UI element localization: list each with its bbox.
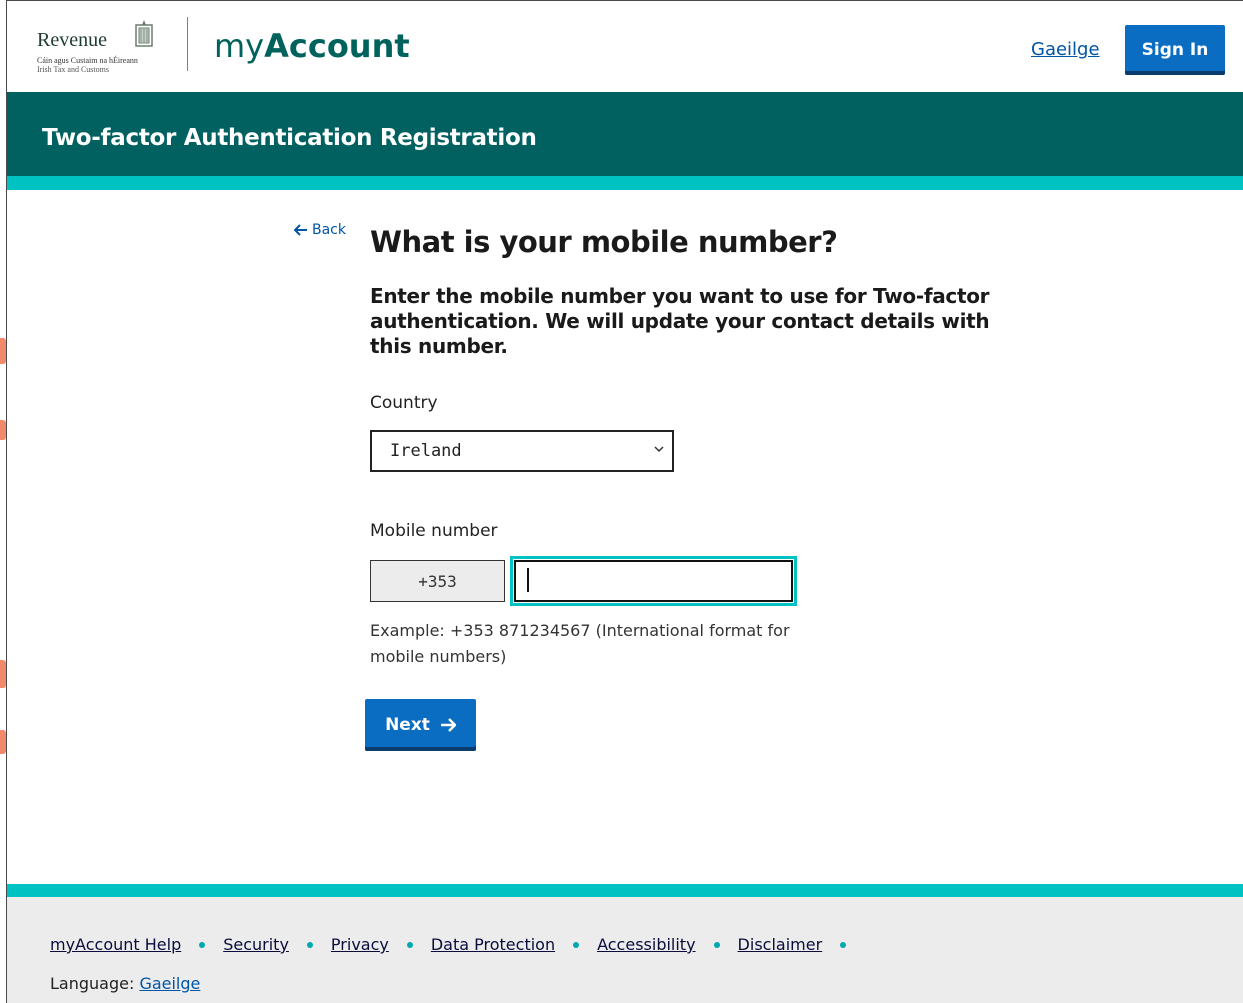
edge-mark: [0, 338, 6, 364]
footer-links: myAccount Help Security Privacy Data Pro…: [50, 935, 864, 954]
chevron-down-icon: [654, 446, 664, 453]
brand-account: Account: [264, 27, 410, 65]
site-footer: myAccount Help Security Privacy Data Pro…: [7, 897, 1243, 1003]
footer-link-data-protection[interactable]: Data Protection: [431, 935, 555, 954]
mobile-number-input[interactable]: [514, 560, 793, 602]
sign-in-button[interactable]: Sign In: [1125, 25, 1225, 75]
edge-mark: [0, 730, 6, 754]
footer-link-security[interactable]: Security: [223, 935, 289, 954]
logo-subtitle-english: Irish Tax and Customs: [37, 65, 109, 74]
header-divider: [187, 17, 188, 71]
edge-mark: [0, 420, 6, 440]
separator-dot: [406, 941, 413, 948]
back-label: Back: [312, 222, 346, 238]
brand-my: my: [214, 27, 265, 65]
header-language-link[interactable]: Gaeilge: [1031, 39, 1100, 60]
footer-link-help[interactable]: myAccount Help: [50, 935, 181, 954]
footer-language: Language: Gaeilge: [50, 974, 200, 993]
language-prefix: Language:: [50, 974, 140, 993]
harp-icon: [135, 20, 153, 47]
country-code-prefix: +353: [370, 560, 505, 602]
lead-text: Enter the mobile number you want to use …: [370, 284, 990, 358]
footer-link-disclaimer[interactable]: Disclaimer: [738, 935, 823, 954]
arrow-left-icon: [294, 224, 307, 236]
next-button[interactable]: Next: [365, 699, 476, 751]
country-label: Country: [370, 393, 438, 413]
footer-link-accessibility[interactable]: Accessibility: [597, 935, 695, 954]
separator-dot: [199, 941, 206, 948]
site-header: Revenue Cáin agus Custaim na hÉireann Ir…: [7, 1, 1243, 92]
banner-title: Two-factor Authentication Registration: [42, 125, 537, 151]
arrow-right-icon: [440, 718, 456, 732]
logo-wordmark: Revenue: [37, 29, 107, 51]
banner-accent-strip: [7, 176, 1243, 190]
text-caret: [527, 568, 529, 592]
page-banner: Two-factor Authentication Registration: [7, 92, 1243, 176]
mobile-label: Mobile number: [370, 521, 498, 541]
footer-link-privacy[interactable]: Privacy: [331, 935, 389, 954]
separator-dot: [713, 941, 720, 948]
revenue-logo[interactable]: Revenue Cáin agus Custaim na hÉireann Ir…: [37, 19, 162, 75]
page-title: What is your mobile number?: [370, 225, 838, 259]
mobile-hint: Example: +353 871234567 (International f…: [370, 621, 790, 666]
footer-language-link[interactable]: Gaeilge: [139, 974, 200, 993]
logo-subtitle-irish: Cáin agus Custaim na hÉireann: [37, 56, 138, 65]
country-select[interactable]: Ireland: [370, 430, 674, 472]
back-link[interactable]: Back: [294, 222, 346, 238]
footer-accent-strip: [7, 884, 1243, 897]
myaccount-brand[interactable]: myAccount: [214, 27, 410, 65]
next-label: Next: [385, 715, 430, 735]
country-select-value: Ireland: [390, 441, 462, 461]
separator-dot: [573, 941, 580, 948]
separator-dot: [306, 941, 313, 948]
edge-mark: [0, 660, 6, 688]
separator-dot: [840, 941, 847, 948]
mobile-number-field[interactable]: [510, 556, 797, 606]
